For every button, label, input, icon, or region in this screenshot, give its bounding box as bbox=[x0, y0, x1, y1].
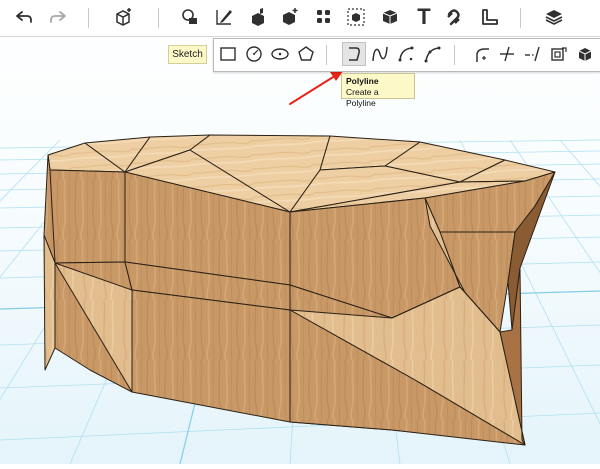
sketch-tool-icon bbox=[216, 10, 232, 25]
circle-button[interactable] bbox=[242, 42, 266, 66]
offset-icon bbox=[551, 47, 567, 61]
trim-icon bbox=[500, 46, 514, 62]
extend-icon bbox=[525, 46, 540, 62]
text-tool-icon: T bbox=[417, 4, 431, 29]
shapes-icon bbox=[182, 9, 197, 24]
redo-button[interactable] bbox=[44, 4, 72, 30]
tooltip-description: Create a Polyline bbox=[346, 87, 379, 108]
spline-button[interactable] bbox=[368, 42, 392, 66]
main-toolbar: T bbox=[0, 0, 600, 37]
ellipse-icon bbox=[271, 48, 289, 60]
sketch-subtoolbar bbox=[213, 38, 600, 72]
snap-button[interactable] bbox=[442, 4, 470, 30]
polyline-icon bbox=[349, 47, 360, 61]
modify-icon bbox=[283, 8, 298, 25]
polygon-button[interactable] bbox=[294, 42, 318, 66]
grouping-icon bbox=[347, 8, 365, 26]
three-point-arc-icon bbox=[424, 46, 441, 63]
material-layers-icon bbox=[545, 10, 563, 25]
snap-magnet-icon bbox=[447, 9, 460, 26]
redo-icon bbox=[50, 11, 66, 23]
project-button[interactable] bbox=[573, 42, 597, 66]
sketch-tool-button[interactable] bbox=[210, 4, 238, 30]
text-tool-button[interactable]: T bbox=[410, 4, 438, 30]
modify-button[interactable] bbox=[276, 4, 304, 30]
tooltip-title: Polyline bbox=[346, 76, 379, 86]
combine-button[interactable] bbox=[376, 4, 404, 30]
construct-icon bbox=[252, 8, 264, 26]
sketch-menu-label: Sketch bbox=[168, 45, 207, 64]
polyline-button[interactable] bbox=[342, 42, 366, 66]
offset-button[interactable] bbox=[547, 42, 571, 66]
extend-button[interactable] bbox=[521, 42, 545, 66]
combine-icon bbox=[382, 10, 398, 24]
primitives-icon bbox=[116, 8, 131, 26]
polyline-tooltip: Polyline Create a Polyline bbox=[341, 73, 415, 108]
pattern-icon bbox=[317, 10, 330, 23]
undo-icon bbox=[16, 11, 32, 23]
project-icon bbox=[578, 48, 592, 61]
rectangle-icon bbox=[220, 47, 236, 61]
construct-button[interactable] bbox=[244, 4, 272, 30]
fillet-button[interactable] bbox=[469, 42, 493, 66]
undo-button[interactable] bbox=[10, 4, 38, 30]
three-point-arc-button[interactable] bbox=[420, 42, 444, 66]
polygon-icon bbox=[298, 46, 314, 61]
rectangle-button[interactable] bbox=[216, 42, 240, 66]
shapes-button[interactable] bbox=[176, 4, 204, 30]
trim-button[interactable] bbox=[495, 42, 519, 66]
measure-icon bbox=[482, 9, 498, 25]
two-point-arc-icon bbox=[398, 46, 414, 62]
material-layers-button[interactable] bbox=[540, 4, 568, 30]
circle-icon bbox=[246, 46, 262, 62]
spline-icon bbox=[372, 46, 388, 62]
ellipse-button[interactable] bbox=[268, 42, 292, 66]
measure-button[interactable] bbox=[476, 4, 504, 30]
two-point-arc-button[interactable] bbox=[394, 42, 418, 66]
pattern-button[interactable] bbox=[310, 4, 338, 30]
primitives-button[interactable] bbox=[110, 4, 138, 30]
fillet-icon bbox=[476, 48, 489, 62]
grouping-button[interactable] bbox=[342, 4, 370, 30]
